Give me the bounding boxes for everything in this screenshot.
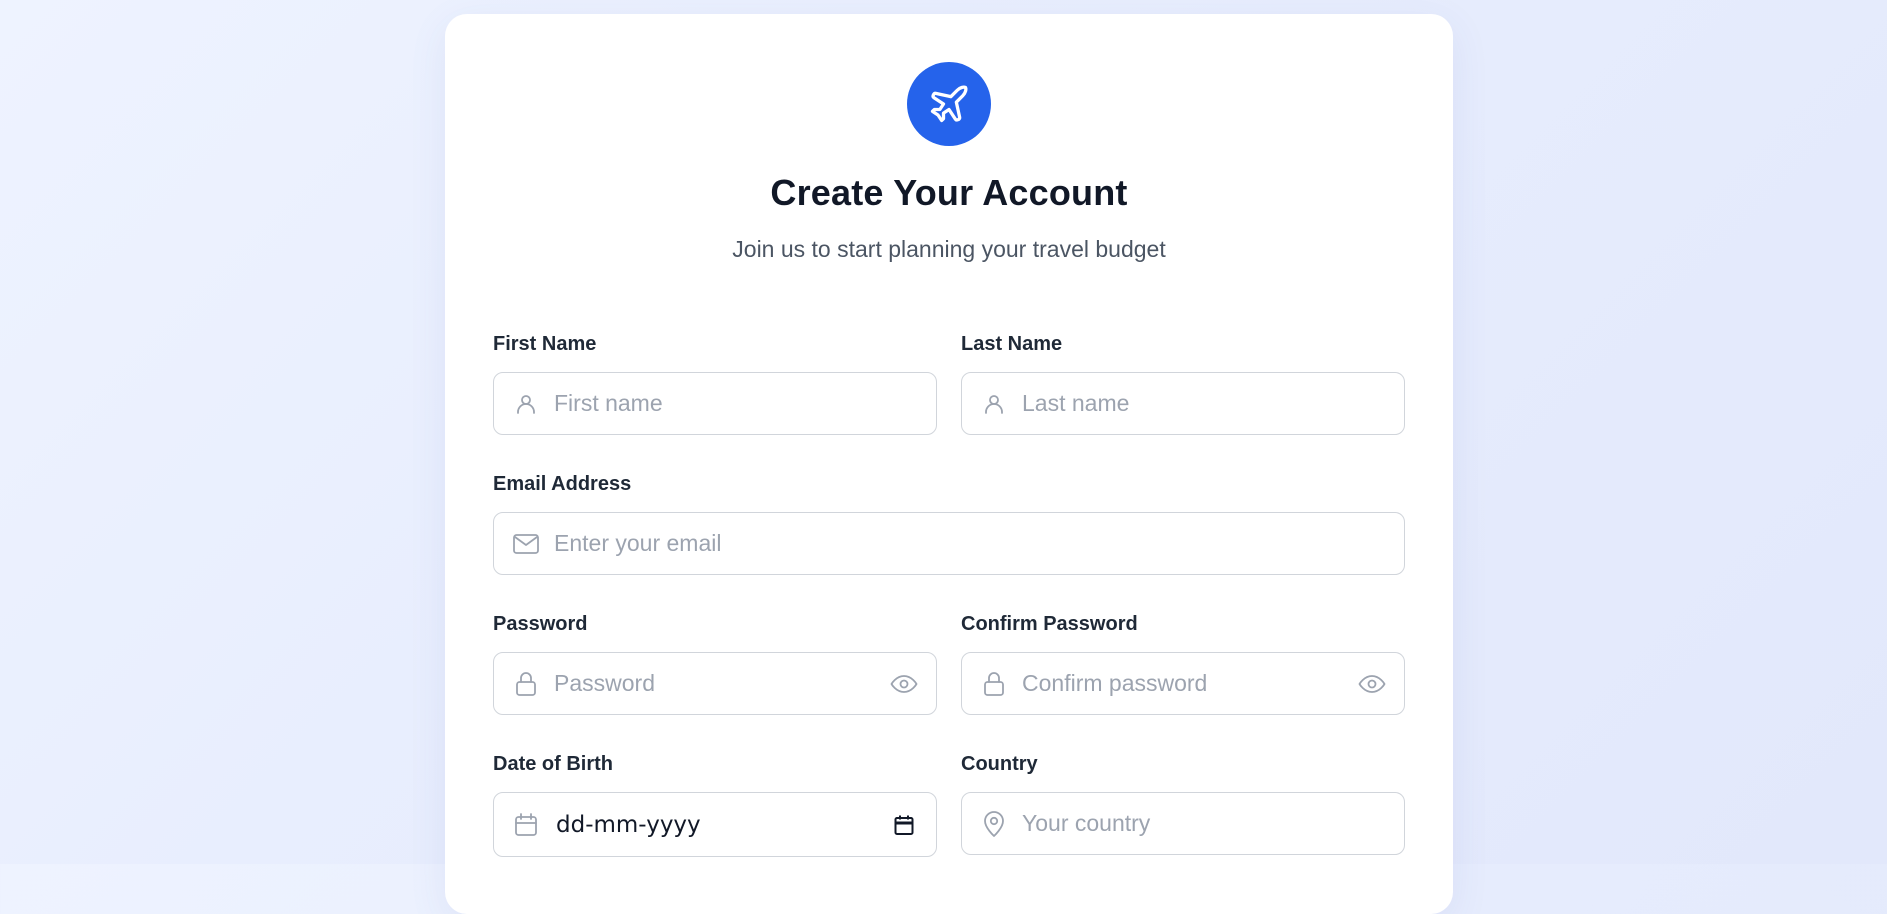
email-input[interactable] — [554, 513, 1404, 574]
map-pin-icon — [980, 810, 1008, 838]
dob-label: Date of Birth — [493, 753, 613, 775]
email-box[interactable] — [493, 512, 1405, 575]
country-box[interactable] — [961, 792, 1405, 855]
confirm-password-label: Confirm Password — [961, 613, 1138, 635]
confirm-password-box[interactable] — [961, 652, 1405, 715]
email-field: Email Address — [493, 470, 1405, 575]
page-subtitle: Join us to start planning your travel bu… — [732, 236, 1166, 262]
confirm-password-field: Confirm Password — [961, 610, 1405, 715]
dob-field: Date of Birth dd-mm-yyyy — [493, 750, 937, 857]
last-name-field: Last Name — [961, 330, 1405, 435]
plane-icon — [927, 82, 971, 126]
dob-box[interactable]: dd-mm-yyyy — [493, 792, 937, 857]
calendar-icon — [512, 811, 540, 839]
page-title: Create Your Account — [770, 172, 1128, 213]
password-box[interactable] — [493, 652, 937, 715]
last-name-label: Last Name — [961, 333, 1063, 355]
user-icon — [980, 390, 1008, 418]
calendar-picker-icon[interactable] — [888, 809, 920, 841]
eye-icon[interactable] — [1356, 668, 1388, 700]
first-name-field: First Name — [493, 330, 937, 435]
password-input[interactable] — [554, 653, 888, 714]
last-name-box[interactable] — [961, 372, 1405, 435]
country-field: Country — [961, 750, 1405, 855]
lock-icon — [980, 670, 1008, 698]
lock-icon — [512, 670, 540, 698]
country-input[interactable] — [1022, 793, 1404, 854]
dob-input[interactable]: dd-mm-yyyy — [556, 812, 888, 838]
password-label: Password — [493, 613, 588, 635]
signup-card: Create Your Account Join us to start pla… — [445, 14, 1453, 914]
last-name-input[interactable] — [1022, 373, 1404, 434]
password-field: Password — [493, 610, 937, 715]
eye-icon[interactable] — [888, 668, 920, 700]
first-name-box[interactable] — [493, 372, 937, 435]
logo-badge — [907, 62, 991, 146]
user-icon — [512, 390, 540, 418]
first-name-label: First Name — [493, 333, 597, 355]
confirm-password-input[interactable] — [1022, 653, 1356, 714]
email-label: Email Address — [493, 473, 632, 495]
mail-icon — [512, 530, 540, 558]
country-label: Country — [961, 753, 1038, 775]
first-name-input[interactable] — [554, 373, 936, 434]
